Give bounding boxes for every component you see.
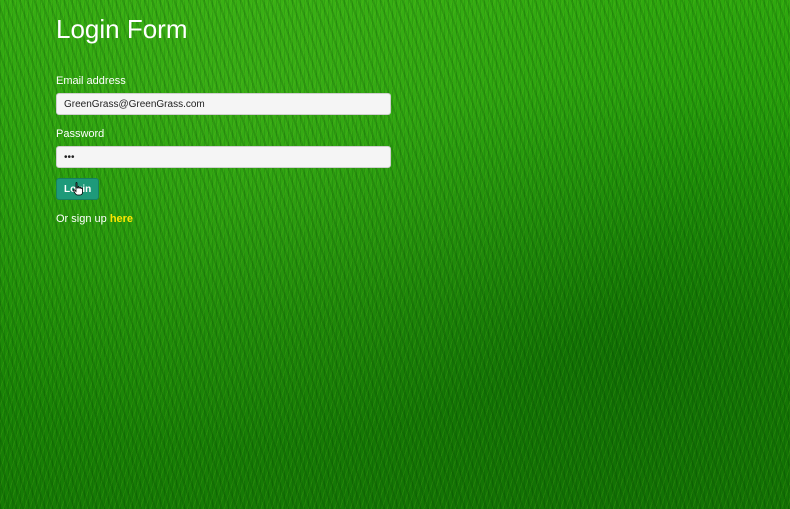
- signup-link[interactable]: here: [110, 213, 133, 225]
- hand-pointer-icon: [72, 182, 83, 196]
- login-form: Login Form Email address Password Login …: [56, 0, 396, 225]
- password-field[interactable]: [56, 146, 391, 168]
- email-label: Email address: [56, 75, 126, 87]
- signup-prefix: Or sign up: [56, 213, 110, 225]
- password-label: Password: [56, 128, 105, 140]
- email-field[interactable]: [56, 93, 391, 115]
- signup-text: Or sign up here: [56, 213, 396, 225]
- page-title: Login Form: [56, 14, 188, 44]
